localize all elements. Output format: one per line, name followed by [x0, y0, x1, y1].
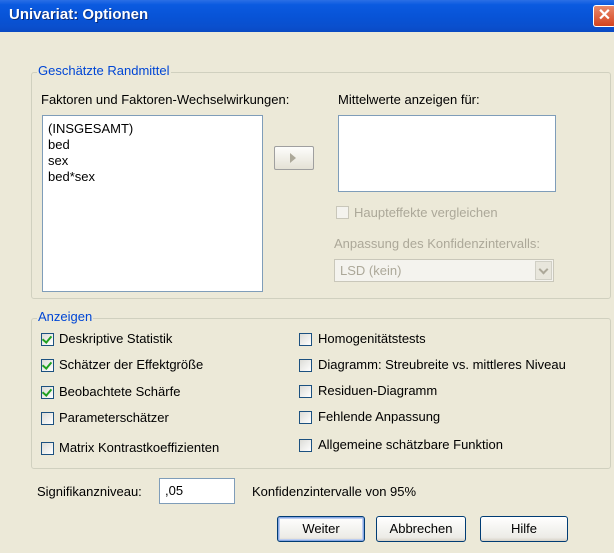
- effect-size-label: Schätzer der Effektgröße: [59, 357, 204, 372]
- chevron-down-icon: [538, 264, 549, 275]
- general-estimable-function-label: Allgemeine schätzbare Funktion: [318, 437, 503, 452]
- factors-listbox[interactable]: (INSGESAMT) bed sex bed*sex: [42, 115, 263, 292]
- parameter-estimates-checkbox[interactable]: [41, 412, 54, 425]
- window-title: Univariat: Optionen: [9, 6, 149, 23]
- descriptive-statistics-label: Deskriptive Statistik: [59, 331, 173, 346]
- help-button[interactable]: Hilfe: [480, 516, 568, 542]
- continue-button[interactable]: Weiter: [277, 516, 365, 542]
- estimated-marginal-means-legend: Geschätzte Randmittel: [37, 63, 171, 78]
- homogeneity-tests-checkbox[interactable]: [299, 333, 312, 346]
- contrast-matrix-checkbox[interactable]: [41, 442, 54, 455]
- compare-main-effects-label: Haupteffekte vergleichen: [354, 205, 498, 220]
- observed-power-checkbox[interactable]: [41, 386, 54, 399]
- dropdown-button[interactable]: [535, 261, 552, 280]
- residual-plot-label: Residuen-Diagramm: [318, 383, 438, 398]
- confidence-interval-text: Konfidenzintervalle von 95%: [252, 484, 417, 499]
- check-icon: [41, 333, 53, 344]
- ci-adjustment-label: Anpassung des Konfidenzintervalls:: [334, 236, 540, 251]
- move-to-display-button[interactable]: [274, 146, 314, 170]
- ci-adjustment-select[interactable]: LSD (kein): [334, 259, 554, 282]
- check-icon: [41, 386, 53, 397]
- factors-label: Faktoren und Faktoren-Wechselwirkungen:: [41, 92, 290, 107]
- list-item[interactable]: sex: [48, 153, 68, 168]
- display-means-listbox[interactable]: [338, 115, 556, 192]
- descriptive-statistics-checkbox[interactable]: [41, 333, 54, 346]
- homogeneity-tests-label: Homogenitätstests: [318, 331, 426, 346]
- contrast-matrix-label: Matrix Kontrastkoeffizienten: [59, 440, 220, 455]
- observed-power-label: Beobachtete Schärfe: [59, 384, 181, 399]
- display-legend: Anzeigen: [37, 309, 94, 324]
- significance-input[interactable]: ,05: [159, 478, 235, 504]
- right-arrow-icon: [290, 153, 296, 163]
- lack-of-fit-label: Fehlende Anpassung: [318, 409, 441, 424]
- title-bar[interactable]: Univariat: Optionen ✕: [0, 0, 614, 32]
- close-icon: ✕: [597, 7, 612, 24]
- significance-value: ,05: [165, 483, 184, 498]
- significance-label: Signifikanzniveau:: [37, 484, 142, 499]
- options-dialog: Univariat: Optionen ✕ Geschätzte Randmit…: [0, 0, 614, 553]
- parameter-estimates-label: Parameterschätzer: [59, 410, 169, 425]
- compare-main-effects-checkbox[interactable]: [336, 206, 349, 219]
- display-means-label: Mittelwerte anzeigen für:: [338, 92, 480, 107]
- lack-of-fit-checkbox[interactable]: [299, 411, 312, 424]
- ci-adjustment-value: LSD (kein): [340, 263, 402, 278]
- cancel-button[interactable]: Abbrechen: [376, 516, 466, 542]
- residual-plot-checkbox[interactable]: [299, 385, 312, 398]
- spread-vs-level-checkbox[interactable]: [299, 359, 312, 372]
- close-button[interactable]: ✕: [593, 5, 614, 27]
- list-item[interactable]: bed*sex: [48, 169, 95, 184]
- spread-vs-level-label: Diagramm: Streubreite vs. mittleres Nive…: [318, 357, 566, 372]
- check-icon: [41, 359, 53, 370]
- effect-size-checkbox[interactable]: [41, 359, 54, 372]
- general-estimable-function-checkbox[interactable]: [299, 439, 312, 452]
- list-item[interactable]: (INSGESAMT): [48, 121, 133, 136]
- list-item[interactable]: bed: [48, 137, 70, 152]
